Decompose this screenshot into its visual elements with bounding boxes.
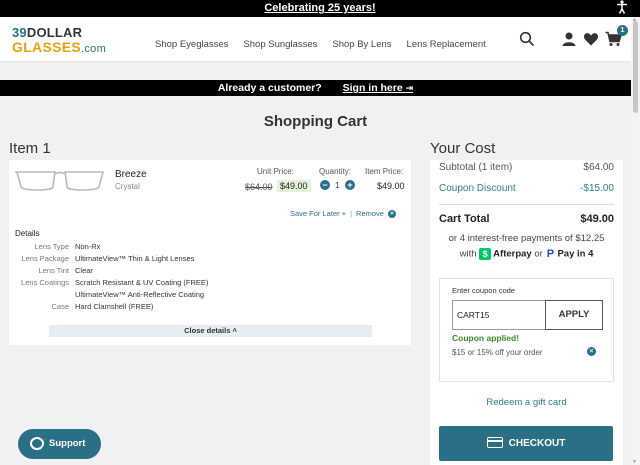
celebration-link[interactable]: Celebrating 25 years! xyxy=(264,2,375,14)
checkout-button[interactable]: CHECKOUT xyxy=(439,426,613,461)
detail-key: Lens Type xyxy=(34,242,69,251)
credit-card-icon xyxy=(486,436,503,448)
item-price-label: Item Price: xyxy=(365,167,404,176)
main-nav: Shop Eyeglasses Shop Sunglasses Shop By … xyxy=(155,39,486,50)
payment-options: with $ Afterpay or P Pay in 4 xyxy=(430,248,623,260)
customer-signin-bar: Already a customer? Sign in here ⇥ xyxy=(0,80,631,96)
cost-summary-panel: Subtotal (1 item) $64.00 Coupon Discount… xyxy=(430,160,623,465)
cart-icon[interactable]: 1 xyxy=(605,25,628,49)
checkout-label: CHECKOUT xyxy=(508,438,566,449)
quantity-value: 1 xyxy=(335,181,340,190)
unit-price-label: Unit Price: xyxy=(257,167,294,176)
remove-icon[interactable]: ✕ xyxy=(387,210,396,219)
subtotal-row: Subtotal (1 item) $64.00 xyxy=(439,162,614,173)
sign-in-label: Sign in here xyxy=(342,82,403,94)
with-text: with xyxy=(459,248,477,260)
cart-total-label: Cart Total xyxy=(439,213,490,225)
coupon-input[interactable]: CART15 xyxy=(452,300,546,330)
sign-in-arrow-icon: ⇥ xyxy=(405,83,414,93)
product-image[interactable] xyxy=(15,167,105,195)
logo-glasses: GLASSES xyxy=(12,39,82,55)
sale-price: $49.00 xyxy=(277,180,311,192)
logo-dollar: DOLLAR xyxy=(26,25,83,40)
cart-item-card: Breeze Crystal Unit Price: Quantity: Ite… xyxy=(9,160,411,345)
detail-key: Lens Tint xyxy=(38,266,69,275)
paypal-icon: P xyxy=(546,248,555,260)
heart-icon[interactable] xyxy=(583,31,601,49)
detail-value: UltimateView™ Thin & Light Lenses xyxy=(75,254,195,263)
quantity-increase-button[interactable]: + xyxy=(345,180,355,190)
detail-value: Hard Clamshell (FREE) xyxy=(75,302,154,311)
page-title: Shopping Cart xyxy=(263,113,368,130)
original-price: $64.00 xyxy=(245,182,273,192)
scrollbar-thumb[interactable] xyxy=(633,21,638,113)
cart-count-badge: 1 xyxy=(617,25,628,36)
customer-prompt: Already a customer? xyxy=(217,82,322,94)
quantity-decrease-button[interactable]: − xyxy=(320,180,330,190)
nav-shop-eyeglasses[interactable]: Shop Eyeglasses xyxy=(155,39,228,50)
cart-total-value: $49.00 xyxy=(580,213,614,225)
coupon-box: Enter coupon code CART15 APPLY Coupon ap… xyxy=(439,278,614,382)
page-scrollbar[interactable]: ▲ ▼ xyxy=(631,17,640,465)
afterpay-label[interactable]: Afterpay xyxy=(493,249,532,260)
actions-separator: | xyxy=(350,209,353,218)
item-price: $49.00 xyxy=(377,181,405,191)
detail-value: Scratch Resistant & UV Coating (FREE) xyxy=(75,278,209,287)
site-logo[interactable]: 39DOLLAR GLASSES.com xyxy=(12,25,106,55)
nav-shop-sunglasses[interactable]: Shop Sunglasses xyxy=(243,39,317,50)
logo-number: 39 xyxy=(12,25,27,40)
coupon-label: Enter coupon code xyxy=(452,286,515,295)
detail-key: Case xyxy=(51,302,69,311)
detail-value: Non-Rx xyxy=(75,242,101,251)
close-details-button[interactable]: Close details ˄ xyxy=(49,325,372,337)
detail-key: Lens Coatings xyxy=(21,278,69,287)
site-header: 39DOLLAR GLASSES.com Shop Eyeglasses Sho… xyxy=(0,17,631,62)
cost-divider xyxy=(439,204,614,205)
remove-link[interactable]: Remove xyxy=(356,209,384,218)
remove-coupon-icon[interactable]: ✕ xyxy=(587,347,596,356)
celebration-banner: Celebrating 25 years! xyxy=(0,0,640,17)
chat-icon xyxy=(30,437,44,450)
details-title: Details xyxy=(15,229,40,238)
coupon-applied-text: Coupon applied! xyxy=(452,333,520,343)
product-name[interactable]: Breeze xyxy=(115,169,147,180)
save-for-later-label: Save For Later xyxy=(290,209,340,218)
installments-text: or 4 interest-free payments of $12.25 xyxy=(448,233,605,244)
support-chat-button[interactable]: Support xyxy=(18,429,101,459)
logo-suffix: .com xyxy=(81,43,107,55)
discount-value: -$15.00 xyxy=(580,183,614,194)
plus-icon: + xyxy=(341,209,347,218)
accessibility-icon[interactable] xyxy=(613,0,630,17)
support-label: Support xyxy=(49,438,86,449)
search-icon[interactable] xyxy=(519,31,537,49)
coupon-description: $15 or 15% off your order xyxy=(452,348,543,357)
cart-total-row: Cart Total $49.00 xyxy=(439,213,614,225)
afterpay-icon: $ xyxy=(479,248,492,260)
detail-key: Lens Package xyxy=(21,254,69,263)
product-color: Crystal xyxy=(115,182,140,191)
detail-value: Clear xyxy=(75,266,93,275)
subtotal-label: Subtotal (1 item) xyxy=(439,162,513,173)
detail-value: UltimateView™ Anti-Reflective Coating xyxy=(75,290,205,299)
paypal-pay-in-4-label[interactable]: Pay in 4 xyxy=(557,249,593,260)
quantity-label: Quantity: xyxy=(319,167,352,176)
discount-label: Coupon Discount xyxy=(439,183,516,194)
discount-row: Coupon Discount -$15.00 xyxy=(439,183,614,194)
scroll-down-icon[interactable]: ▼ xyxy=(632,459,637,465)
apply-coupon-button[interactable]: APPLY xyxy=(545,300,603,330)
subtotal-value: $64.00 xyxy=(583,162,614,173)
item-heading: Item 1 xyxy=(9,140,51,157)
redeem-gift-card-link[interactable]: Redeem a gift card xyxy=(430,397,623,408)
save-for-later-link[interactable]: Save For Later + xyxy=(290,209,346,218)
item-actions: Save For Later + | Remove ✕ xyxy=(290,209,396,219)
nav-shop-by-lens[interactable]: Shop By Lens xyxy=(332,39,391,50)
nav-lens-replacement[interactable]: Lens Replacement xyxy=(407,39,486,50)
cost-heading: Your Cost xyxy=(430,140,496,157)
user-icon[interactable] xyxy=(561,31,579,49)
sign-in-link[interactable]: Sign in here ⇥ xyxy=(343,82,414,94)
or-text: or xyxy=(534,248,543,260)
